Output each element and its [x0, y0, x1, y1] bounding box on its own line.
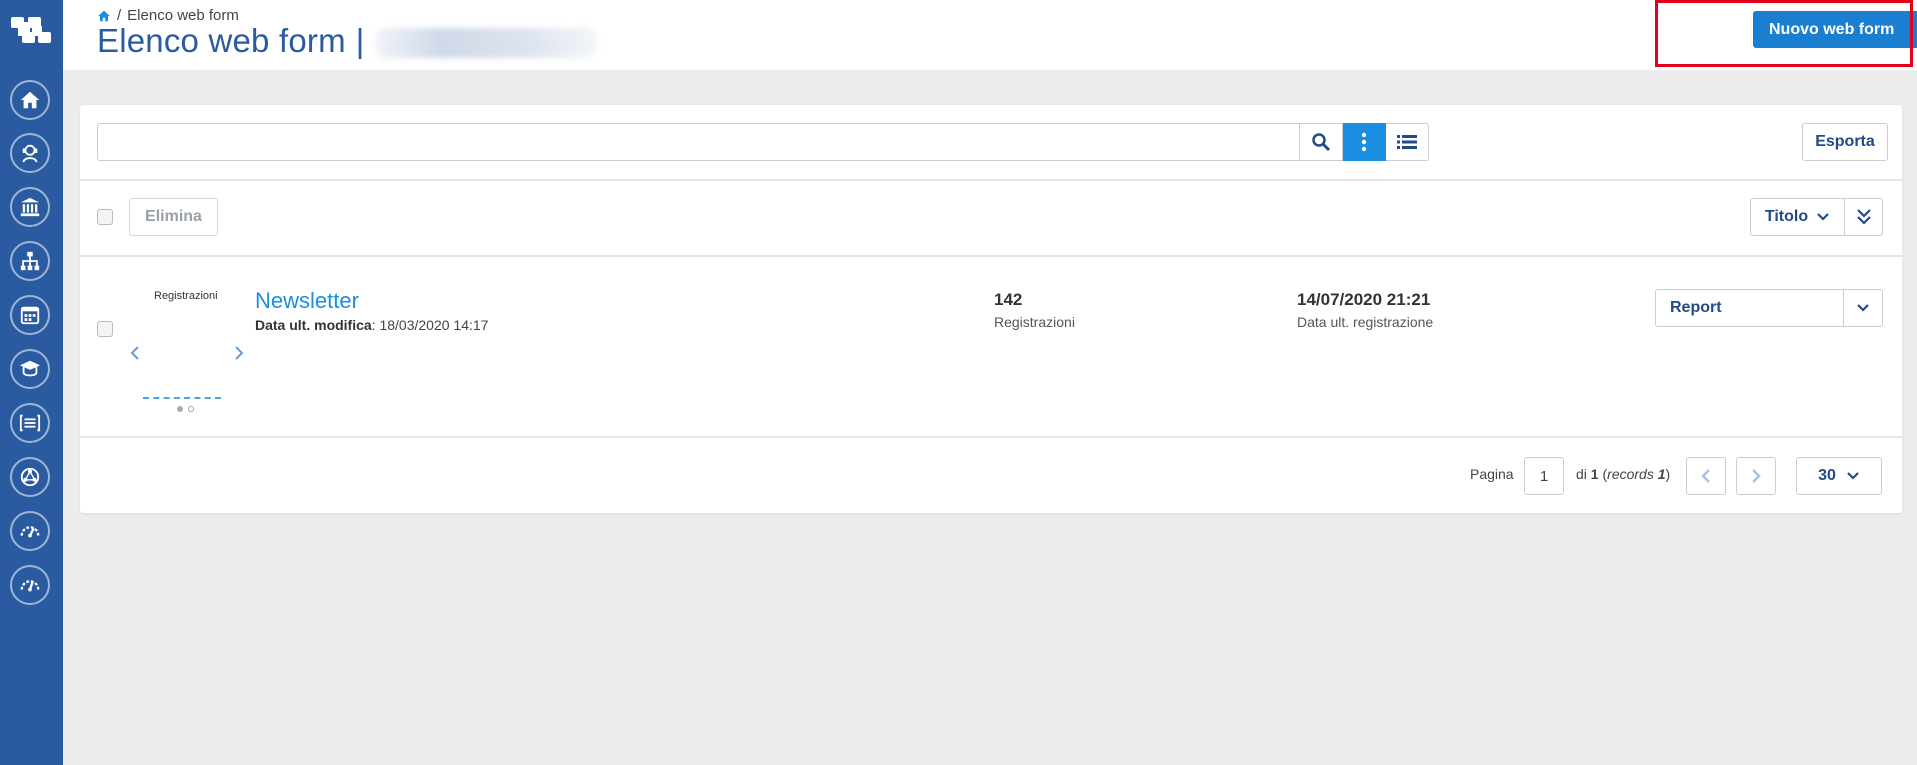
user-support-icon: [22, 144, 38, 163]
nav-support[interactable]: [10, 133, 50, 173]
list-icon: [19, 414, 41, 432]
row-checkbox[interactable]: [97, 321, 113, 337]
report-split-button: Report: [1655, 289, 1883, 327]
modified-date: Data ult. modifica: 18/03/2020 14:17: [255, 317, 489, 333]
delete-button[interactable]: Elimina: [129, 198, 218, 236]
search-bar: [97, 123, 1429, 161]
chevron-left-icon[interactable]: [129, 345, 141, 361]
home-icon[interactable]: [97, 9, 111, 23]
page-title: Elenco web form |: [97, 22, 597, 60]
network-icon: [20, 467, 40, 487]
carousel-dots: [177, 406, 194, 412]
page-info: di 1 (records 1): [1576, 466, 1671, 482]
report-button[interactable]: Report: [1655, 289, 1844, 327]
chevron-right-icon: [1752, 469, 1761, 483]
registrations-label: Registrazioni: [994, 314, 1075, 330]
select-all-checkbox[interactable]: [97, 209, 113, 225]
chevron-down-icon: [1857, 304, 1869, 312]
sitemap-icon: [20, 251, 40, 271]
chevron-right-icon[interactable]: [233, 345, 245, 361]
records-label: records: [1607, 466, 1654, 482]
sort-field-select[interactable]: Titolo: [1750, 198, 1845, 236]
list-view-toggle[interactable]: [1386, 123, 1429, 161]
carousel-dot-active[interactable]: [177, 406, 183, 412]
total-pages: 1: [1590, 466, 1599, 482]
chevron-down-icon: [1817, 213, 1829, 221]
app-logo[interactable]: [10, 14, 52, 48]
registrations-count: 142: [994, 290, 1023, 309]
calendar-icon: [20, 306, 40, 325]
page-header: / Elenco web form Elenco web form | Nuovo…: [63, 0, 1917, 70]
nav-home[interactable]: [10, 80, 50, 120]
page-label: Pagina: [1470, 466, 1514, 482]
row-actions-dropdown[interactable]: [1844, 289, 1883, 327]
redacted-domain: [374, 28, 597, 59]
prev-page-button[interactable]: [1686, 457, 1726, 495]
page-title-text: Elenco web form: [97, 22, 346, 59]
gauge-icon: [20, 580, 40, 592]
nav-calendar[interactable]: [10, 295, 50, 335]
list-view-icon: [1397, 135, 1417, 149]
sort-field-label: Titolo: [1764, 208, 1809, 225]
thumbnail-label: Registrazioni: [154, 290, 218, 302]
nav-dashboard-1[interactable]: [10, 511, 50, 551]
nav-dashboard-2[interactable]: [10, 565, 50, 605]
search-icon: [1312, 133, 1331, 152]
graduation-icon: [19, 360, 41, 377]
sort-control: Titolo: [1750, 198, 1883, 236]
divider: [80, 179, 1902, 181]
next-page-button[interactable]: [1736, 457, 1776, 495]
divider: [80, 255, 1902, 257]
search-input[interactable]: [97, 123, 1300, 161]
page-number-input[interactable]: [1524, 457, 1564, 495]
nav-lists[interactable]: [10, 403, 50, 443]
mini-chart-line: [143, 397, 221, 399]
title-separator: |: [355, 22, 365, 59]
nav-network[interactable]: [10, 457, 50, 497]
double-chevron-down-icon: [1856, 209, 1871, 225]
home-icon: [20, 91, 40, 109]
sort-direction-button[interactable]: [1845, 198, 1883, 236]
modified-value: 18/03/2020 14:17: [379, 317, 489, 333]
per-page-value: 30: [1818, 467, 1836, 484]
nav-training[interactable]: [10, 349, 50, 389]
sidebar: [0, 0, 63, 765]
nav-structure[interactable]: [10, 241, 50, 281]
gauge-icon: [20, 526, 40, 538]
per-page-select[interactable]: 30: [1796, 457, 1882, 495]
carousel-dot[interactable]: [188, 406, 194, 412]
nav-institution[interactable]: [10, 187, 50, 227]
chevron-down-icon: [1847, 472, 1859, 480]
search-button[interactable]: [1300, 123, 1343, 161]
records-count: 1: [1657, 466, 1666, 482]
highlight-annotation: [1655, 0, 1913, 67]
of-text: di: [1576, 466, 1587, 482]
last-registration-label: Data ult. registrazione: [1297, 314, 1434, 330]
webform-title-link[interactable]: Newsletter: [255, 288, 359, 314]
export-button[interactable]: Esporta: [1802, 123, 1888, 161]
chevron-left-icon: [1701, 469, 1710, 483]
card-view-toggle[interactable]: [1343, 123, 1386, 161]
modified-label: Data ult. modifica: [255, 317, 372, 333]
webform-list-card: Esporta Elimina Titolo Registrazioni New…: [80, 105, 1902, 513]
bank-icon: [20, 197, 40, 217]
kebab-icon: [1361, 132, 1367, 152]
divider: [80, 436, 1902, 438]
last-registration-date: 14/07/2020 21:21: [1297, 290, 1431, 309]
